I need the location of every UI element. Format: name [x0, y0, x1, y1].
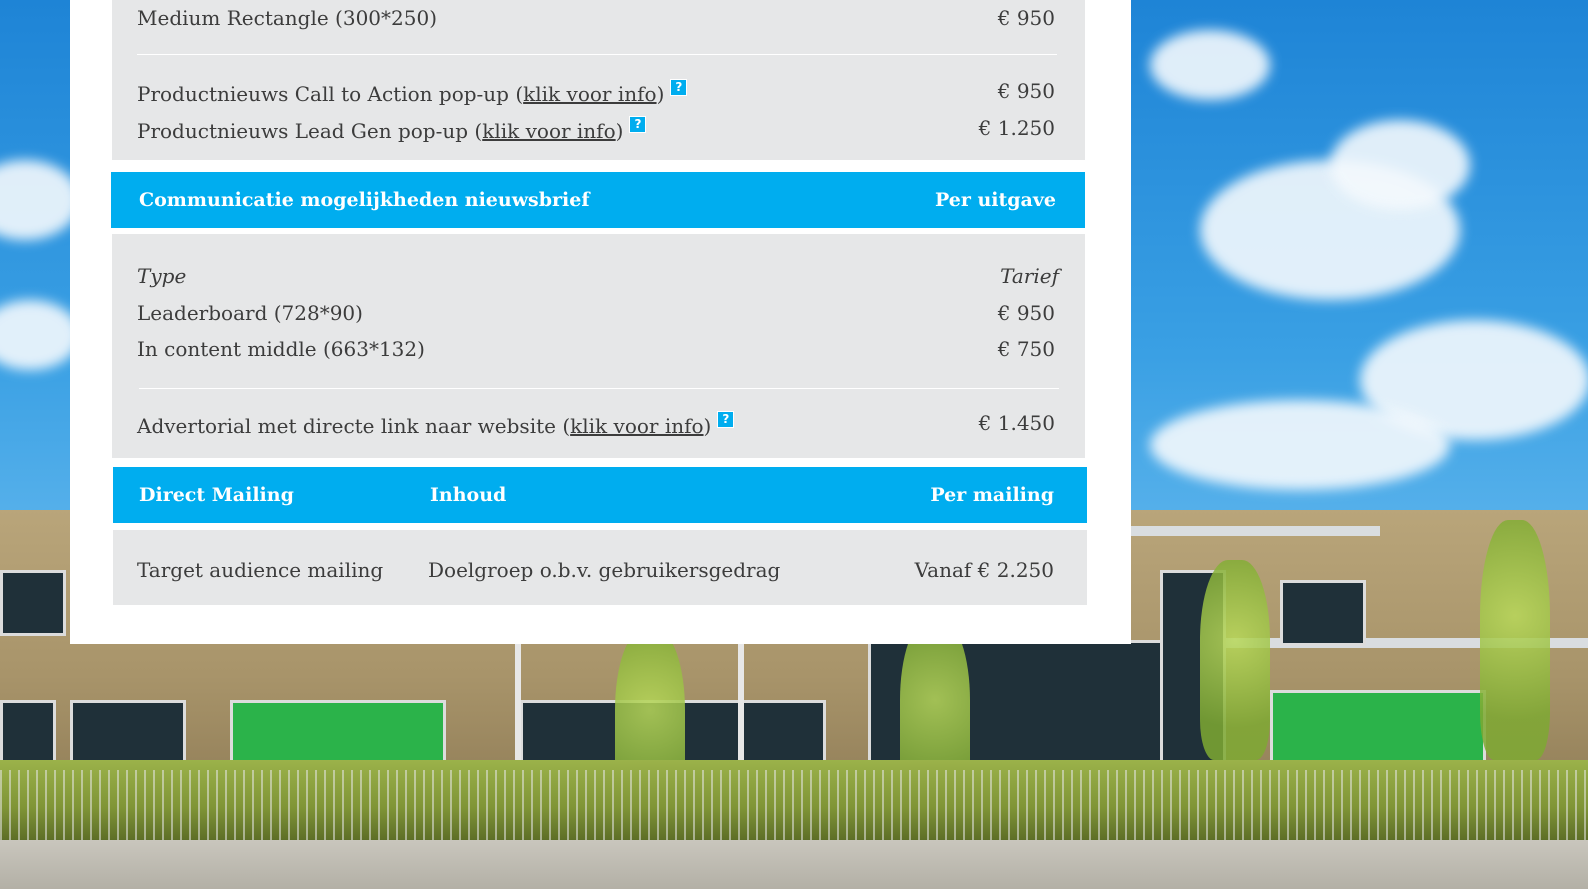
info-link[interactable]: klik voor info: [570, 414, 703, 438]
tree: [1200, 560, 1270, 760]
rate-price: € 750: [997, 337, 1055, 361]
cloud: [1330, 120, 1470, 210]
column-headers: Type Tarief: [137, 264, 1059, 288]
cloud: [1150, 400, 1450, 490]
info-link[interactable]: klik voor info: [523, 82, 656, 106]
rate-label: Leaderboard (728*90): [137, 301, 363, 325]
mailing-name: Target audience mailing: [137, 558, 384, 582]
divider: [139, 388, 1059, 389]
rate-row-advertorial: Advertorial met directe link naar websit…: [137, 411, 1055, 438]
rate-label: In content middle (663*132): [137, 337, 425, 361]
rate-row-in-content-middle: In content middle (663*132) € 750: [137, 337, 1055, 361]
rate-row-leadgen-popup: Productnieuws Lead Gen pop-up (klik voor…: [137, 116, 1055, 143]
rate-row-cta-popup: Productnieuws Call to Action pop-up (kli…: [137, 79, 1055, 106]
help-icon[interactable]: ?: [629, 116, 647, 133]
rate-label: Advertorial met directe link naar websit…: [137, 414, 571, 438]
rate-card-panel: Medium Rectangle (300*250) € 950 Product…: [70, 0, 1131, 644]
pavement: [0, 840, 1588, 889]
rate-price: € 950: [997, 6, 1055, 30]
help-icon[interactable]: ?: [670, 79, 688, 96]
header-per-mailing: Per mailing: [930, 484, 1054, 506]
rate-label: Medium Rectangle (300*250): [137, 6, 437, 30]
cloud: [1150, 30, 1270, 100]
mailing-content: Doelgroep o.b.v. gebruikersgedrag: [428, 558, 781, 582]
help-icon[interactable]: ?: [717, 411, 735, 428]
direct-mailing-block: Target audience mailing Doelgroep o.b.v.…: [113, 530, 1087, 605]
newsletter-header-bar: Communicatie mogelijkheden nieuwsbrief P…: [111, 172, 1085, 228]
rate-price: € 1.450: [978, 411, 1055, 435]
fence: [0, 770, 1588, 840]
rate-label: Productnieuws Call to Action pop-up (: [137, 82, 524, 106]
column-rate: Tarief: [1000, 264, 1059, 288]
newsletter-header-period: Per uitgave: [934, 189, 1056, 211]
mailing-price: Vanaf € 2.250: [914, 558, 1054, 582]
info-link[interactable]: klik voor info: [482, 119, 615, 143]
banner-rates-block: Medium Rectangle (300*250) € 950 Product…: [112, 0, 1085, 160]
rate-price: € 950: [997, 301, 1055, 325]
rate-price: € 1.250: [978, 116, 1055, 140]
rate-label: Productnieuws Lead Gen pop-up (: [137, 119, 483, 143]
newsletter-rates-block: Type Tarief Leaderboard (728*90) € 950 I…: [112, 234, 1085, 458]
rate-price: € 950: [997, 79, 1055, 103]
column-type: Type: [137, 264, 187, 288]
tree: [1480, 520, 1550, 760]
rate-row-leaderboard: Leaderboard (728*90) € 950: [137, 301, 1055, 325]
direct-mailing-header-bar: Direct Mailing Inhoud Per mailing: [113, 467, 1087, 523]
newsletter-header-title: Communicatie mogelijkheden nieuwsbrief: [139, 189, 590, 211]
divider: [137, 54, 1057, 55]
rate-row-medium-rectangle: Medium Rectangle (300*250) € 950: [137, 6, 1055, 30]
header-content: Inhoud: [430, 484, 507, 506]
header-direct-mailing: Direct Mailing: [139, 484, 294, 506]
